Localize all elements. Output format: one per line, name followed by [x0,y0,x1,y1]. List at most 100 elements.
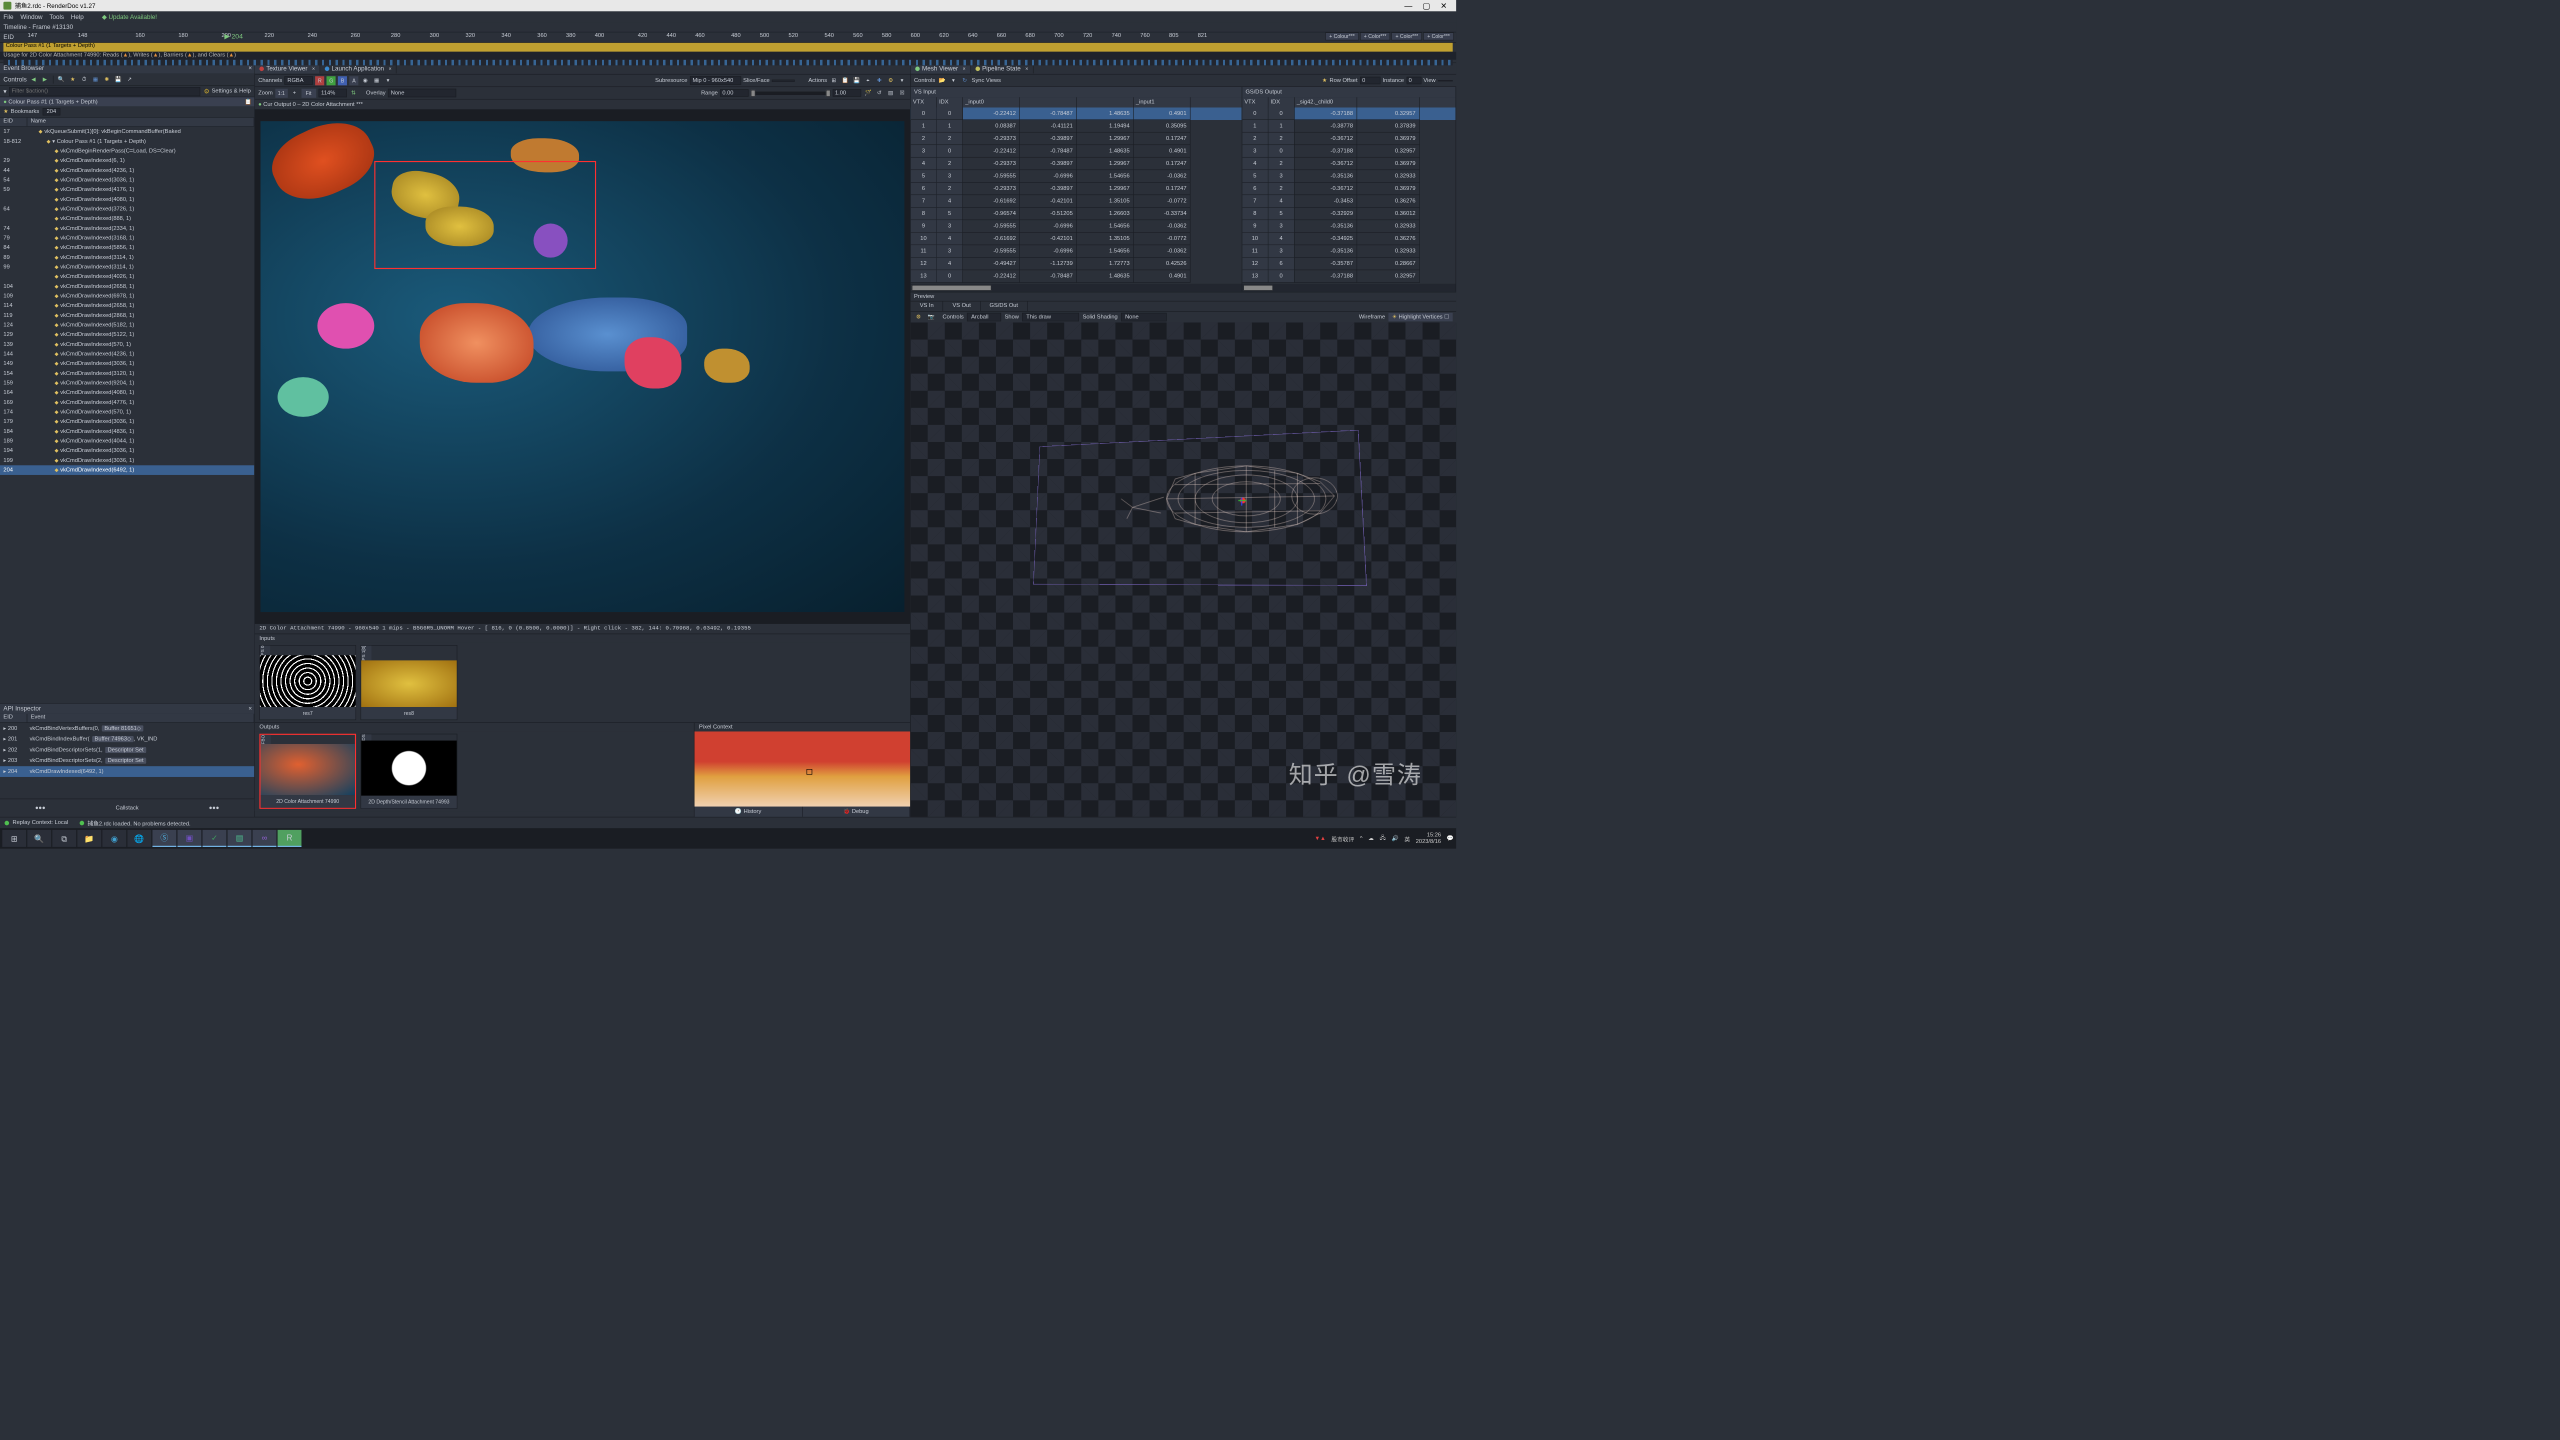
gear-icon[interactable]: ⚙ [914,313,923,322]
range-slider[interactable] [751,91,831,94]
tray-chevron-icon[interactable]: ^ [1360,835,1363,841]
update-available[interactable]: ◆ Update Available! [102,13,157,20]
event-row[interactable]: 164◆vkCmdDrawIndexed(4080, 1) [0,388,254,398]
maximize-button[interactable]: ▢ [1423,1,1431,11]
table-row[interactable]: 85-0.96574-0.51205 1.26603-0.33734 [911,208,1242,221]
event-row[interactable]: 129◆vkCmdDrawIndexed(5122, 1) [0,330,254,340]
event-row[interactable]: 99◆vkCmdDrawIndexed(3114, 1) [0,262,254,272]
start-button[interactable]: ⊞ [2,830,26,847]
event-row[interactable]: 144◆vkCmdDrawIndexed(4236, 1) [0,349,254,359]
table-row[interactable]: 113-0.35136 0.32933 [1242,245,1455,258]
table-row[interactable]: 74-0.3453 0.36276 [1242,195,1455,208]
timeline-ticks[interactable]: 1471481601802002202402602803003203403603… [20,32,1456,42]
export-icon[interactable]: ↗ [125,75,134,84]
api-table[interactable]: ▸ 200vkCmdBindVertexBuffers(0, Buffer 81… [0,723,254,799]
timeline[interactable]: EID 147148160180200220240260280300320340… [0,32,1456,63]
notifications-icon[interactable]: 💬 [1447,835,1454,841]
event-row[interactable]: 149◆vkCmdDrawIndexed(3036, 1) [0,359,254,369]
renderdoc-icon[interactable]: R [278,830,302,847]
close-icon[interactable]: ☒ [898,88,907,97]
stock-label[interactable]: 股市收评 [1331,834,1354,843]
a-channel-button[interactable]: A [349,76,358,85]
event-row[interactable]: 74◆vkCmdDrawIndexed(2334, 1) [0,224,254,234]
table-row[interactable]: 22-0.29373-0.39897 1.29967 0.17247 [911,133,1242,146]
vs-input-table[interactable]: 00-0.22412-0.784871.48635 0.490111 0.083… [911,108,1242,284]
debug-button[interactable]: 🐞 Debug [802,807,910,817]
skype-icon[interactable]: Ⓢ [152,830,176,847]
gear-icon[interactable]: ⚙ [204,88,210,95]
copy-icon[interactable]: 📋 [841,76,850,85]
gear-icon[interactable]: ✺ [102,75,111,84]
close-icon[interactable]: × [248,705,252,712]
timer-icon[interactable]: ⏱ [80,75,89,84]
range-min[interactable]: 0.00 [720,89,748,96]
tab-vs-out[interactable]: VS Out [943,301,980,311]
table-row[interactable]: 130-0.37188 0.32957 [1242,270,1455,283]
event-row[interactable]: 84◆vkCmdDrawIndexed(5856, 1) [0,243,254,253]
minimize-button[interactable]: — [1404,1,1412,11]
event-tree[interactable]: 17◆vkQueueSubmit(1)[0]: vkBeginCommandBu… [0,127,254,703]
scrollbar[interactable] [1242,284,1455,292]
event-row[interactable]: 79◆vkCmdDrawIndexed(3168, 1) [0,233,254,243]
slice-select[interactable] [772,79,795,81]
save-icon[interactable]: 💾 [852,76,861,85]
edge-icon[interactable]: ◉ [102,830,126,847]
api-row[interactable]: ▸ 200vkCmdBindVertexBuffers(0, Buffer 81… [0,723,254,734]
open-icon[interactable]: 📂 [938,76,947,85]
shading-select[interactable]: None [1121,313,1167,322]
settings-help[interactable]: Settings & Help [212,88,251,94]
thumbnail[interactable]: PS 0res7 [259,645,356,720]
zoom-in-icon[interactable]: ⊞ [829,76,838,85]
event-row[interactable]: 17◆vkQueueSubmit(1)[0]: vkBeginCommandBu… [0,127,254,137]
table-row[interactable]: 42-0.29373-0.39897 1.29967 0.17247 [911,158,1242,171]
locate-icon[interactable]: ⌖ [863,76,872,85]
api-row[interactable]: ▸ 203vkCmdBindDescriptorSets(2, Descript… [0,755,254,766]
save-icon[interactable]: 💾 [114,75,123,84]
event-row[interactable]: 89◆vkCmdDrawIndexed(3114, 1) [0,253,254,263]
clock-date[interactable]: 2023/8/16 [1416,838,1441,844]
table-row[interactable]: 93-0.35136 0.32933 [1242,220,1455,233]
event-row[interactable]: 29◆vkCmdDrawIndexed(6, 1) [0,156,254,166]
table-row[interactable]: 126-0.35787 0.28667 [1242,258,1455,271]
event-row[interactable]: ◆vkCmdDrawIndexed(4080, 1) [0,195,254,205]
event-row[interactable]: 119◆vkCmdDrawIndexed(2868, 1) [0,311,254,321]
checker-icon[interactable]: ▦ [372,76,381,85]
find-icon[interactable]: 🔍 [57,75,66,84]
menu-help[interactable]: Help [71,13,84,20]
menu-tools[interactable]: Tools [49,13,64,20]
subresource-select[interactable]: Mip 0 - 960x540 [690,76,741,85]
copy-icon[interactable]: 📋 [245,99,252,105]
show-select[interactable]: This draw [1022,313,1079,322]
mesh-preview[interactable] [911,323,1456,817]
taskview-button[interactable]: ⧉ [52,830,76,847]
event-row[interactable]: 199◆vkCmdDrawIndexed(3036, 1) [0,456,254,466]
row-offset-input[interactable]: 0 [1360,77,1380,84]
table-row[interactable]: 11-0.38778 0.37839 [1242,120,1455,133]
table-row[interactable]: 62-0.36712 0.36979 [1242,183,1455,196]
filter-input[interactable] [9,87,200,96]
dropdown-icon[interactable]: ▾ [949,76,958,85]
scrollbar[interactable] [911,284,1242,292]
thumbnail[interactable]: FBO2D Color Attachment 74990 [259,734,356,809]
close-icon[interactable]: × [389,66,392,72]
histogram-icon[interactable]: ▤ [886,88,895,97]
flip-icon[interactable]: ⇅ [349,88,358,97]
select-icon[interactable]: ▦ [91,75,100,84]
table-row[interactable]: 00-0.22412-0.784871.48635 0.4901 [911,108,1242,121]
dropdown-icon[interactable]: ▾ [384,76,393,85]
event-row[interactable]: 44◆vkCmdDrawIndexed(4236, 1) [0,166,254,176]
dropdown-icon[interactable]: ▾ [898,76,907,85]
chrome-icon[interactable]: 🌐 [127,830,151,847]
plus-icon[interactable]: ✚ [875,76,884,85]
table-row[interactable]: 00-0.37188 0.32957 [1242,108,1455,121]
vs-output-table[interactable]: 00-0.37188 0.3295711-0.38778 0.3783922-0… [1242,108,1455,284]
ime-lang[interactable]: 英 [1404,834,1410,843]
instance-input[interactable]: 0 [1406,77,1421,84]
thumbnail[interactable]: PS 1[0]res8 [361,645,458,720]
api-row[interactable]: ▸ 201vkCmdBindIndexBuffer( Buffer 74963◇… [0,734,254,745]
api-row[interactable]: ▸ 204vkCmdDrawIndexed(6492, 1) [0,766,254,777]
zoom-value[interactable]: 114% [318,89,346,98]
prev-draw-icon[interactable]: ◀ [29,75,38,84]
event-row[interactable]: 18-812◆▾ Colour Pass #1 (1 Targets + Dep… [0,137,254,147]
event-row[interactable]: ◆vkCmdDrawIndexed(4026, 1) [0,272,254,282]
